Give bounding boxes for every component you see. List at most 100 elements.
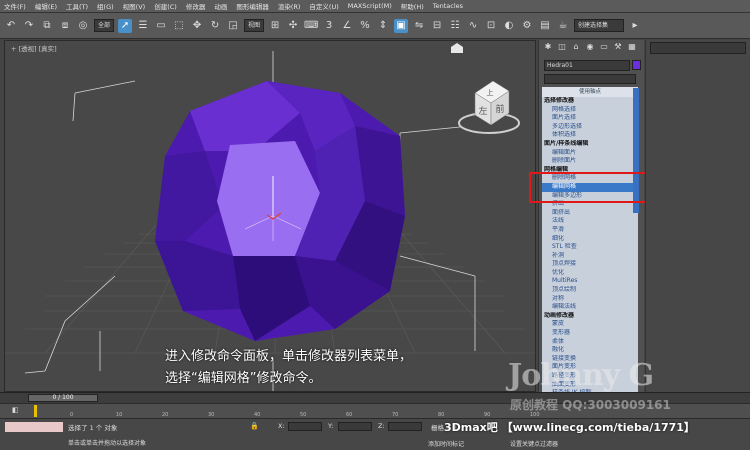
select-by-name-icon[interactable]: ☰ [136, 19, 150, 33]
snap-toggle-icon[interactable]: 3 [322, 19, 336, 33]
curve-editor-icon[interactable]: ∿ [466, 19, 480, 33]
menu-animation[interactable]: 动画 [214, 1, 227, 11]
toolbar-extra-icon[interactable]: ▸ [628, 19, 642, 33]
hedra-object[interactable] [155, 81, 405, 341]
undo-icon[interactable]: ↶ [4, 19, 18, 33]
scale-icon[interactable]: ◲ [226, 19, 240, 33]
y-coordinate-field[interactable] [338, 422, 372, 431]
viewcube-top-label[interactable]: 上 [487, 88, 494, 97]
reference-coord-dropdown[interactable]: 视图 [244, 19, 265, 32]
unlink-icon[interactable]: ⧈ [58, 19, 72, 33]
modifier-item[interactable]: 面挤出 [542, 209, 638, 218]
selection-filter-dropdown[interactable]: 全部 [94, 19, 115, 32]
menu-create[interactable]: 创建(C) [154, 1, 177, 11]
material-editor-icon[interactable]: ◐ [502, 19, 516, 33]
select-object-icon[interactable]: ➚ [118, 18, 133, 33]
modifier-item[interactable]: 变形器 [542, 329, 638, 338]
time-slider[interactable]: 0 / 100 [28, 394, 98, 402]
z-coordinate-field[interactable] [388, 422, 422, 431]
object-name-field[interactable]: Hedra01 [544, 60, 630, 71]
render-setup-icon[interactable]: ⚙ [520, 19, 534, 33]
modifier-list-dropdown[interactable] [544, 74, 636, 84]
modifier-item[interactable]: 补洞 [542, 252, 638, 261]
modifier-item[interactable]: 删除面片 [542, 157, 638, 166]
schematic-view-icon[interactable]: ⊡ [484, 19, 498, 33]
modifier-item[interactable]: 面片选择 [542, 114, 638, 123]
menu-views[interactable]: 视图(V) [123, 1, 146, 11]
percent-snap-icon[interactable]: % [358, 19, 372, 33]
align-icon[interactable]: ⊟ [430, 19, 444, 33]
modifier-item[interactable]: 融化 [542, 346, 638, 355]
maxscript-listener[interactable] [5, 422, 63, 432]
menu-edit[interactable]: 编辑(E) [35, 1, 57, 11]
menu-help[interactable]: 帮助(H) [401, 1, 424, 11]
keyboard-shortcut-icon[interactable]: ⌨ [304, 19, 318, 33]
menu-customize[interactable]: 自定义(U) [309, 1, 338, 11]
modifier-item[interactable]: 对称 [542, 295, 638, 304]
home-icon[interactable] [451, 43, 463, 53]
modify-tab-icon[interactable]: ◫ [556, 42, 568, 52]
layer-manager-icon[interactable]: ☷ [448, 19, 462, 33]
modifier-item[interactable]: 顶点绘制 [542, 286, 638, 295]
viewport-scene: 上 左 前 [5, 43, 535, 391]
menu-modifiers[interactable]: 修改器 [186, 1, 206, 11]
panel-extra-icon[interactable]: ▦ [626, 42, 638, 52]
mirror-icon[interactable]: ⇋ [412, 19, 426, 33]
modifier-item[interactable]: 多边形选择 [542, 123, 638, 132]
move-icon[interactable]: ✥ [190, 19, 204, 33]
modifier-list-header[interactable]: 使用轴点 [542, 87, 638, 97]
menu-maxscript[interactable]: MAXScript(M) [348, 2, 392, 10]
angle-snap-icon[interactable]: ∠ [340, 19, 354, 33]
modifier-item[interactable]: 平滑 [542, 226, 638, 235]
rotate-icon[interactable]: ↻ [208, 19, 222, 33]
modifier-item[interactable]: 柔体 [542, 338, 638, 347]
select-manipulate-icon[interactable]: ✣ [286, 19, 300, 33]
rendered-frame-icon[interactable]: ▤ [538, 19, 552, 33]
modifier-item[interactable]: MultiRes [542, 277, 638, 286]
utilities-tab-icon[interactable]: ⚒ [612, 42, 624, 52]
modifier-item[interactable]: 编辑面片 [542, 149, 638, 158]
object-color-swatch[interactable] [632, 60, 641, 70]
modifier-item[interactable]: 编辑法线 [542, 303, 638, 312]
modifier-list[interactable]: 使用轴点 选择修改器 网格选择 面片选择 多边形选择 体积选择 面片/样条线编辑 编辑面片删… [542, 87, 638, 392]
x-coordinate-field[interactable] [288, 422, 322, 431]
modifier-item[interactable]: STL 检查 [542, 243, 638, 252]
bind-spacewarp-icon[interactable]: ◎ [76, 19, 90, 33]
spinner-snap-icon[interactable]: ⇕ [376, 19, 390, 33]
right-panel-dropdown[interactable] [650, 42, 746, 54]
modifier-item[interactable]: 细化 [542, 235, 638, 244]
viewcube-left-label[interactable]: 左 [478, 105, 487, 117]
modifier-item[interactable]: 法线 [542, 217, 638, 226]
lock-icon[interactable]: 🔒 [250, 422, 259, 430]
edit-named-sel-icon[interactable]: ▣ [394, 18, 409, 33]
select-link-icon[interactable]: ⧉ [40, 19, 54, 33]
motion-tab-icon[interactable]: ◉ [584, 42, 596, 52]
menu-rendering[interactable]: 渲染(R) [278, 1, 301, 11]
menu-file[interactable]: 文件(F) [4, 1, 26, 11]
modifier-item[interactable]: 网格选择 [542, 106, 638, 115]
display-tab-icon[interactable]: ▭ [598, 42, 610, 52]
modifier-item[interactable]: 顶点焊接 [542, 260, 638, 269]
add-time-tag[interactable]: 添加时间标记 [428, 439, 464, 448]
menu-tools[interactable]: 工具(T) [66, 1, 88, 11]
hierarchy-tab-icon[interactable]: ⌂ [570, 42, 582, 52]
rect-selection-icon[interactable]: ▭ [154, 19, 168, 33]
modifier-item[interactable]: 优化 [542, 269, 638, 278]
render-icon[interactable]: ☕ [556, 19, 570, 33]
redo-icon[interactable]: ↷ [22, 19, 36, 33]
pivot-center-icon[interactable]: ⊞ [268, 19, 282, 33]
window-crossing-icon[interactable]: ⬚ [172, 19, 186, 33]
viewcube[interactable]: 上 左 前 [451, 43, 520, 134]
named-selection-dropdown[interactable]: 创建选择集 [574, 19, 625, 32]
create-tab-icon[interactable]: ✱ [542, 42, 554, 52]
menu-graph-editors[interactable]: 图形编辑器 [236, 1, 269, 11]
viewcube-front-label[interactable]: 前 [495, 103, 504, 115]
modifier-item[interactable]: 蒙皮 [542, 320, 638, 329]
track-bar-icon[interactable]: ◧ [12, 406, 19, 414]
menu-group[interactable]: 组(G) [97, 1, 114, 11]
modifier-item[interactable]: 体积选择 [542, 131, 638, 140]
key-filters[interactable]: 设置关键点过滤器 [510, 439, 558, 448]
modifier-category: 动画修改器 [544, 311, 575, 319]
menu-tentacles[interactable]: Tentacles [433, 2, 463, 10]
perspective-viewport[interactable]: + [透视] [真实] 上 左 前 进入修改命令面板，单击修改器列表菜单， 选择… [4, 40, 536, 392]
